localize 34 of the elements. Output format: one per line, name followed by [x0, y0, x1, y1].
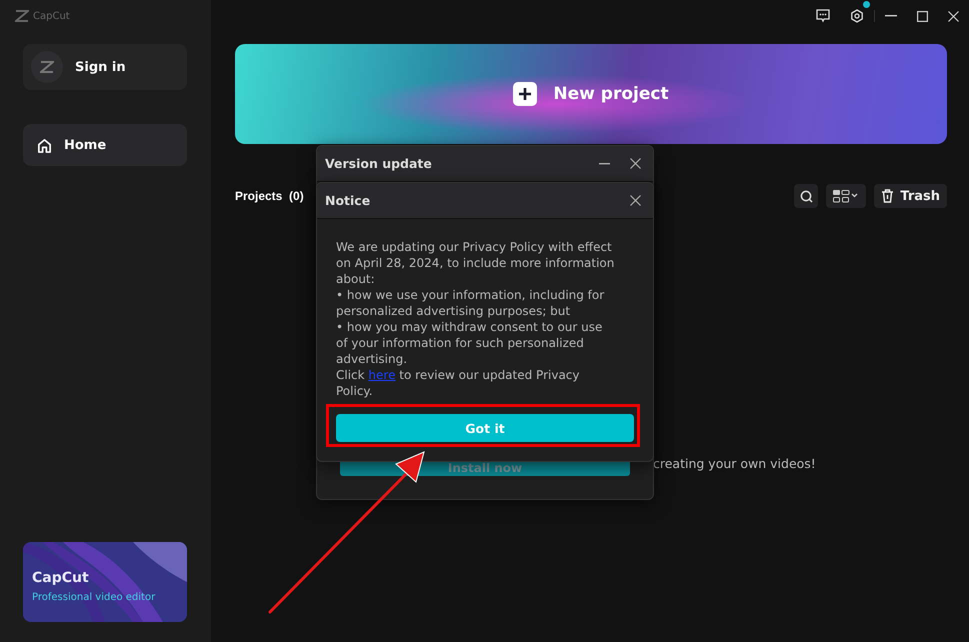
- bullet-text: • how we use your information, including for personalized advertising purposes; but: [336, 287, 606, 319]
- maximize-icon[interactable]: [917, 10, 928, 22]
- app-name: CapCut: [33, 10, 70, 22]
- plus-icon: [513, 82, 538, 106]
- trash-button[interactable]: Trash: [874, 184, 947, 208]
- close-icon[interactable]: [630, 158, 641, 169]
- minimize-icon[interactable]: [885, 15, 897, 17]
- settings-icon[interactable]: [850, 9, 864, 23]
- close-icon[interactable]: [948, 10, 959, 22]
- notification-dot: [863, 1, 870, 8]
- home-icon: [37, 138, 52, 152]
- search-icon: [800, 190, 813, 202]
- dialog-title: Notice: [325, 193, 372, 208]
- empty-message: creating your own videos!: [653, 456, 816, 471]
- nav-item[interactable]: Home: [23, 124, 187, 166]
- logo-icon: [40, 61, 54, 73]
- minimize-icon[interactable]: [599, 162, 610, 164]
- bullet-text: • how you may withdraw consent to our use of your information for such personalized advertising.: [336, 319, 604, 367]
- view-toggle-button[interactable]: [826, 184, 866, 208]
- notice-text: Click here to review our updated Privacy Policy.: [336, 367, 580, 399]
- search-button[interactable]: [794, 184, 818, 208]
- promo-card[interactable]: CapCut Professional video editor: [23, 542, 187, 622]
- promo-subtitle: Professional video editor: [32, 592, 156, 603]
- grid-view-icon: [833, 190, 860, 202]
- logo-icon: [15, 10, 29, 22]
- sign-in-button[interactable]: Sign in: [23, 44, 187, 90]
- close-icon[interactable]: [630, 195, 641, 206]
- projects-title: Projects (0): [235, 189, 304, 203]
- notice-text: We are updating our Privacy Policy with effect on April 28, 2024, to include more information about:: [336, 239, 615, 287]
- new-project-button[interactable]: New project: [235, 44, 947, 144]
- feedback-icon[interactable]: [816, 9, 830, 23]
- promo-title: CapCut: [32, 570, 89, 586]
- dialog-title: Version update: [325, 156, 433, 171]
- trash-icon: [881, 189, 894, 203]
